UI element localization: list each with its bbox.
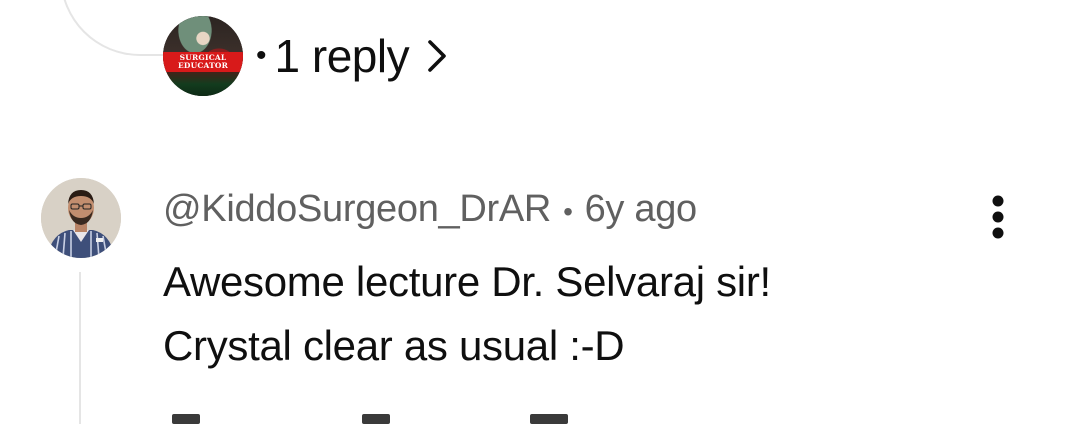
reply-icon[interactable] bbox=[530, 414, 568, 424]
comment-body: Awesome lecture Dr. Selvaraj sir! Crysta… bbox=[163, 250, 771, 378]
commenter-avatar[interactable] bbox=[41, 178, 121, 258]
meta-separator: • bbox=[563, 196, 573, 227]
avatar-logo-banner: SURGICAL EDUCATOR bbox=[163, 52, 243, 72]
comment-text-line: Awesome lecture Dr. Selvaraj sir! bbox=[163, 258, 771, 305]
like-icon[interactable] bbox=[172, 414, 200, 424]
dislike-icon[interactable] bbox=[362, 414, 390, 424]
thread-connector-line bbox=[79, 272, 81, 424]
replies-toggle[interactable]: SURGICAL EDUCATOR • 1 reply bbox=[163, 16, 451, 96]
more-vertical-icon[interactable] bbox=[981, 192, 1015, 242]
comment-header: @KiddoSurgeon_DrAR • 6y ago bbox=[163, 188, 697, 231]
comment-author[interactable]: @KiddoSurgeon_DrAR bbox=[163, 188, 551, 231]
avatar-banner-line2: EDUCATOR bbox=[177, 61, 229, 70]
thread-connector-curve bbox=[60, 0, 180, 56]
comment-timestamp: 6y ago bbox=[584, 188, 698, 230]
reply-count-label[interactable]: 1 reply bbox=[275, 33, 410, 79]
comment-text-line: Crystal clear as usual :-D bbox=[163, 322, 625, 369]
replier-avatar[interactable]: SURGICAL EDUCATOR bbox=[163, 16, 243, 96]
chevron-right-icon[interactable] bbox=[423, 38, 451, 74]
reply-separator: • bbox=[256, 39, 267, 72]
avatar-image bbox=[41, 178, 121, 258]
